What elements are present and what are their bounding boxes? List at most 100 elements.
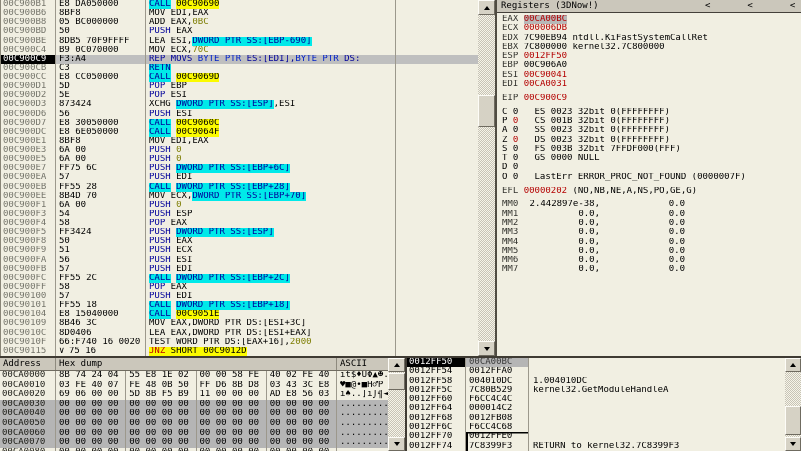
disasm-row[interactable]: 00C900EE8B4D 70MOV ECX,DWORD PTR SS:[EBP… bbox=[1, 192, 478, 201]
scroll-down-button[interactable] bbox=[785, 437, 801, 451]
disasm-row[interactable]: 00C900D3873424XCHG DWORD PTR SS:[ESP],ES… bbox=[1, 100, 478, 109]
scroll-down-button[interactable] bbox=[388, 437, 405, 451]
address-column-header[interactable]: Address bbox=[0, 358, 56, 370]
dump-row[interactable]: 00CA003000 00 00 0000 00 00 0000 00 00 0… bbox=[0, 400, 388, 410]
registers-pane[interactable]: Registers (3DNow!) <<< EAX 00CA00BCECX 0… bbox=[497, 0, 801, 356]
scroll-up-button[interactable] bbox=[785, 358, 801, 372]
disasm-row[interactable]: 00C900C9F3:A4REP MOVS BYTE PTR ES:[EDI],… bbox=[1, 55, 478, 64]
hex-dump-pane[interactable]: Address Hex dump ASCII 00CA00008B 74 24 … bbox=[0, 358, 388, 451]
disasm-row[interactable]: 00C900FB57PUSH EDI bbox=[1, 265, 478, 274]
disasm-row[interactable]: 00C900EA57PUSH EDI bbox=[1, 173, 478, 182]
register-line[interactable]: EAX 00CA00BC bbox=[497, 15, 801, 24]
disasm-row[interactable]: 00C90101FF55 18CALL DWORD PTR SS:[EBP+18… bbox=[1, 301, 478, 310]
register-line[interactable]: ESI 00C90041 bbox=[497, 71, 801, 80]
register-line[interactable]: MM70.0,0.0 bbox=[497, 265, 801, 274]
disassembly-scrollbar[interactable] bbox=[478, 0, 495, 356]
hexdump-column-header[interactable]: Hex dump bbox=[56, 358, 337, 370]
stack-scrollbar[interactable] bbox=[785, 358, 801, 451]
register-line[interactable]: P 0 CS 001B 32bit 0(FFFFFFFF) bbox=[497, 117, 801, 126]
stack-row[interactable]: 0012FF5000CA00BC bbox=[407, 358, 785, 367]
pane-mark-icon[interactable]: < bbox=[790, 1, 795, 11]
pane-collapse-marks[interactable]: < < < bbox=[705, 0, 801, 12]
disasm-row[interactable]: 00C900FCFF55 2CCALL DWORD PTR SS:[EBP+2C… bbox=[1, 274, 478, 283]
register-line[interactable]: EIP 00C900C9 bbox=[497, 94, 801, 103]
disasm-row[interactable]: 00C900E7FF75 6CPUSH DWORD PTR SS:[EBP+6C… bbox=[1, 164, 478, 173]
disasm-row[interactable]: 00C900EBFF55 28CALL DWORD PTR SS:[EBP+28… bbox=[1, 183, 478, 192]
register-line[interactable]: MM40.0,0.0 bbox=[497, 238, 801, 247]
disasm-row[interactable]: 00C900FF58POP EAX bbox=[1, 283, 478, 292]
stack-row[interactable]: 0012FF64000014C2 bbox=[407, 404, 785, 413]
disasm-row[interactable]: 00C900D656PUSH ESI bbox=[1, 110, 478, 119]
register-line[interactable]: MM50.0,0.0 bbox=[497, 247, 801, 256]
disasm-row[interactable]: 00C900CCE8 CC050000CALL 00C9069D bbox=[1, 73, 478, 82]
disasm-row[interactable]: 00C90115∨75 16JNZ SHORT 00C9012D bbox=[1, 347, 478, 356]
disasm-row[interactable]: 00C9010F66:F740 16 0020TEST WORD PTR DS:… bbox=[1, 338, 478, 347]
disasm-row[interactable]: 00C9010057PUSH EDI bbox=[1, 292, 478, 301]
stack-row[interactable]: 0012FF6CF6CC4C68 bbox=[407, 423, 785, 432]
dump-row[interactable]: 00CA005000 00 00 0000 00 00 0000 00 00 0… bbox=[0, 419, 388, 429]
disasm-row[interactable]: 00C900F5FF3424PUSH DWORD PTR SS:[ESP] bbox=[1, 228, 478, 237]
disasm-row[interactable]: 00C900BD50PUSH EAX bbox=[1, 27, 478, 36]
disasm-row[interactable]: 00C90104E8 15040000CALL 00C9051E bbox=[1, 310, 478, 319]
pane-mark-icon[interactable]: < bbox=[705, 1, 710, 11]
pane-mark-icon[interactable]: < bbox=[747, 1, 752, 11]
ascii-column-header[interactable]: ASCII bbox=[337, 358, 388, 370]
register-line[interactable]: EDI 00CA0031 bbox=[497, 80, 801, 89]
disasm-row[interactable]: 00C901098B46 3CMOV EAX,DWORD PTR DS:[ESI… bbox=[1, 319, 478, 328]
disasm-row[interactable]: 00C900F16A 00PUSH 0 bbox=[1, 201, 478, 210]
register-line[interactable]: C 0 ES 0023 32bit 0(FFFFFFFF) bbox=[497, 108, 801, 117]
dump-row[interactable]: 00CA00008B 74 24 0455 E8 1E 0200 00 58 F… bbox=[0, 371, 388, 381]
disasm-row[interactable]: 00C900E18BF8MOV EDI,EAX bbox=[1, 137, 478, 146]
dump-row[interactable]: 00CA007000 00 00 0000 00 00 0000 00 00 0… bbox=[0, 438, 388, 448]
disasm-row[interactable]: 00C900E56A 00PUSH 0 bbox=[1, 155, 478, 164]
register-line[interactable]: ESP 0012FF50 bbox=[497, 52, 801, 61]
register-line[interactable]: ECX 000006DB bbox=[497, 24, 801, 33]
scroll-thumb[interactable] bbox=[785, 406, 801, 435]
disasm-row[interactable]: 00C900E36A 00PUSH 0 bbox=[1, 146, 478, 155]
dump-scrollbar[interactable] bbox=[388, 358, 405, 451]
stack-row[interactable]: 0012FF58004010DC1.004010DC bbox=[407, 377, 785, 386]
dump-row[interactable]: 00CA006000 00 00 0000 00 00 0000 00 00 0… bbox=[0, 429, 388, 439]
disasm-row[interactable]: 00C9010C8D0406LEA EAX,DWORD PTR DS:[ESI+… bbox=[1, 329, 478, 338]
scroll-up-button[interactable] bbox=[388, 358, 405, 372]
register-line[interactable]: MM30.0,0.0 bbox=[497, 228, 801, 237]
disasm-row[interactable]: 00C900F951PUSH ECX bbox=[1, 246, 478, 255]
disasm-row[interactable]: 00C900D15DPOP EBP bbox=[1, 82, 478, 91]
stack-row[interactable]: 0012FF747C8399F3RETURN to kernel32.7C839… bbox=[407, 442, 785, 451]
register-line[interactable]: EBP 00C906A0 bbox=[497, 61, 801, 70]
register-line[interactable]: T 0 GS 0000 NULL bbox=[497, 154, 801, 163]
register-line[interactable]: MM60.0,0.0 bbox=[497, 256, 801, 265]
stack-row[interactable]: 0012FF680012FB08 bbox=[407, 414, 785, 423]
scroll-thumb[interactable] bbox=[478, 95, 495, 127]
disasm-row[interactable]: 00C900F354PUSH ESP bbox=[1, 210, 478, 219]
register-line[interactable]: A 0 SS 0023 32bit 0(FFFFFFFF) bbox=[497, 126, 801, 135]
stack-row[interactable]: 0012FF60F6CC4C4C bbox=[407, 395, 785, 404]
register-line[interactable]: EFL 00000202 (NO,NB,NE,A,NS,PO,GE,G) bbox=[497, 187, 801, 196]
disasm-row[interactable]: 00C900D25EPOP ESI bbox=[1, 91, 478, 100]
disasm-row[interactable]: 00C900CBC3RETN bbox=[1, 64, 478, 73]
dump-row[interactable]: 00CA001003 FE 40 07FE 48 0B 50FF D6 8B D… bbox=[0, 381, 388, 391]
dump-row[interactable]: 00CA002069 06 00 005D 8B F5 B911 00 00 0… bbox=[0, 390, 388, 400]
disasm-row[interactable]: 00C900D7E8 30050000CALL 00C9060C bbox=[1, 119, 478, 128]
disasm-row[interactable]: 00C900BE8DB5 70F9FFFFLEA ESI,DWORD PTR S… bbox=[1, 37, 478, 46]
disasm-row[interactable]: 00C900B68BF8MOV EDI,EAX bbox=[1, 9, 478, 18]
register-line[interactable]: O 0 LastErr ERROR_PROC_NOT_FOUND (000000… bbox=[497, 173, 801, 182]
scroll-up-button[interactable] bbox=[478, 0, 495, 15]
scroll-thumb[interactable] bbox=[388, 373, 405, 390]
disasm-row[interactable]: 00C900C4B9 0C070000MOV ECX,70C bbox=[1, 46, 478, 55]
register-line[interactable]: MM02.442897e-38,0.0 bbox=[497, 200, 801, 209]
dump-row[interactable]: 00CA004000 00 00 0000 00 00 0000 00 00 0… bbox=[0, 409, 388, 419]
stack-row[interactable]: 0012FF700012FFE0 bbox=[407, 432, 785, 441]
register-line[interactable]: MM10.0,0.0 bbox=[497, 210, 801, 219]
stack-row[interactable]: 0012FF540012FFA0 bbox=[407, 367, 785, 376]
disassembly-pane[interactable]: 00C900B1E8 DA050000CALL 00C9069000C900B6… bbox=[0, 0, 478, 356]
disasm-row[interactable]: 00C900B1E8 DA050000CALL 00C90690 bbox=[1, 0, 478, 9]
scroll-down-button[interactable] bbox=[478, 341, 495, 356]
stack-row[interactable]: 0012FF5C7C80B529kernel32.GetModuleHandle… bbox=[407, 386, 785, 395]
register-line[interactable]: S 0 FS 003B 32bit 7FFDF000(FFF) bbox=[497, 145, 801, 154]
disasm-row[interactable]: 00C900F850PUSH EAX bbox=[1, 237, 478, 246]
disasm-row[interactable]: 00C900FA56PUSH ESI bbox=[1, 256, 478, 265]
stack-pane[interactable]: 0012FF5000CA00BC0012FF540012FFA00012FF58… bbox=[407, 358, 785, 451]
register-line[interactable]: MM20.0,0.0 bbox=[497, 219, 801, 228]
disasm-row[interactable]: 00C900DCE8 6E050000CALL 00C9064F bbox=[1, 128, 478, 137]
